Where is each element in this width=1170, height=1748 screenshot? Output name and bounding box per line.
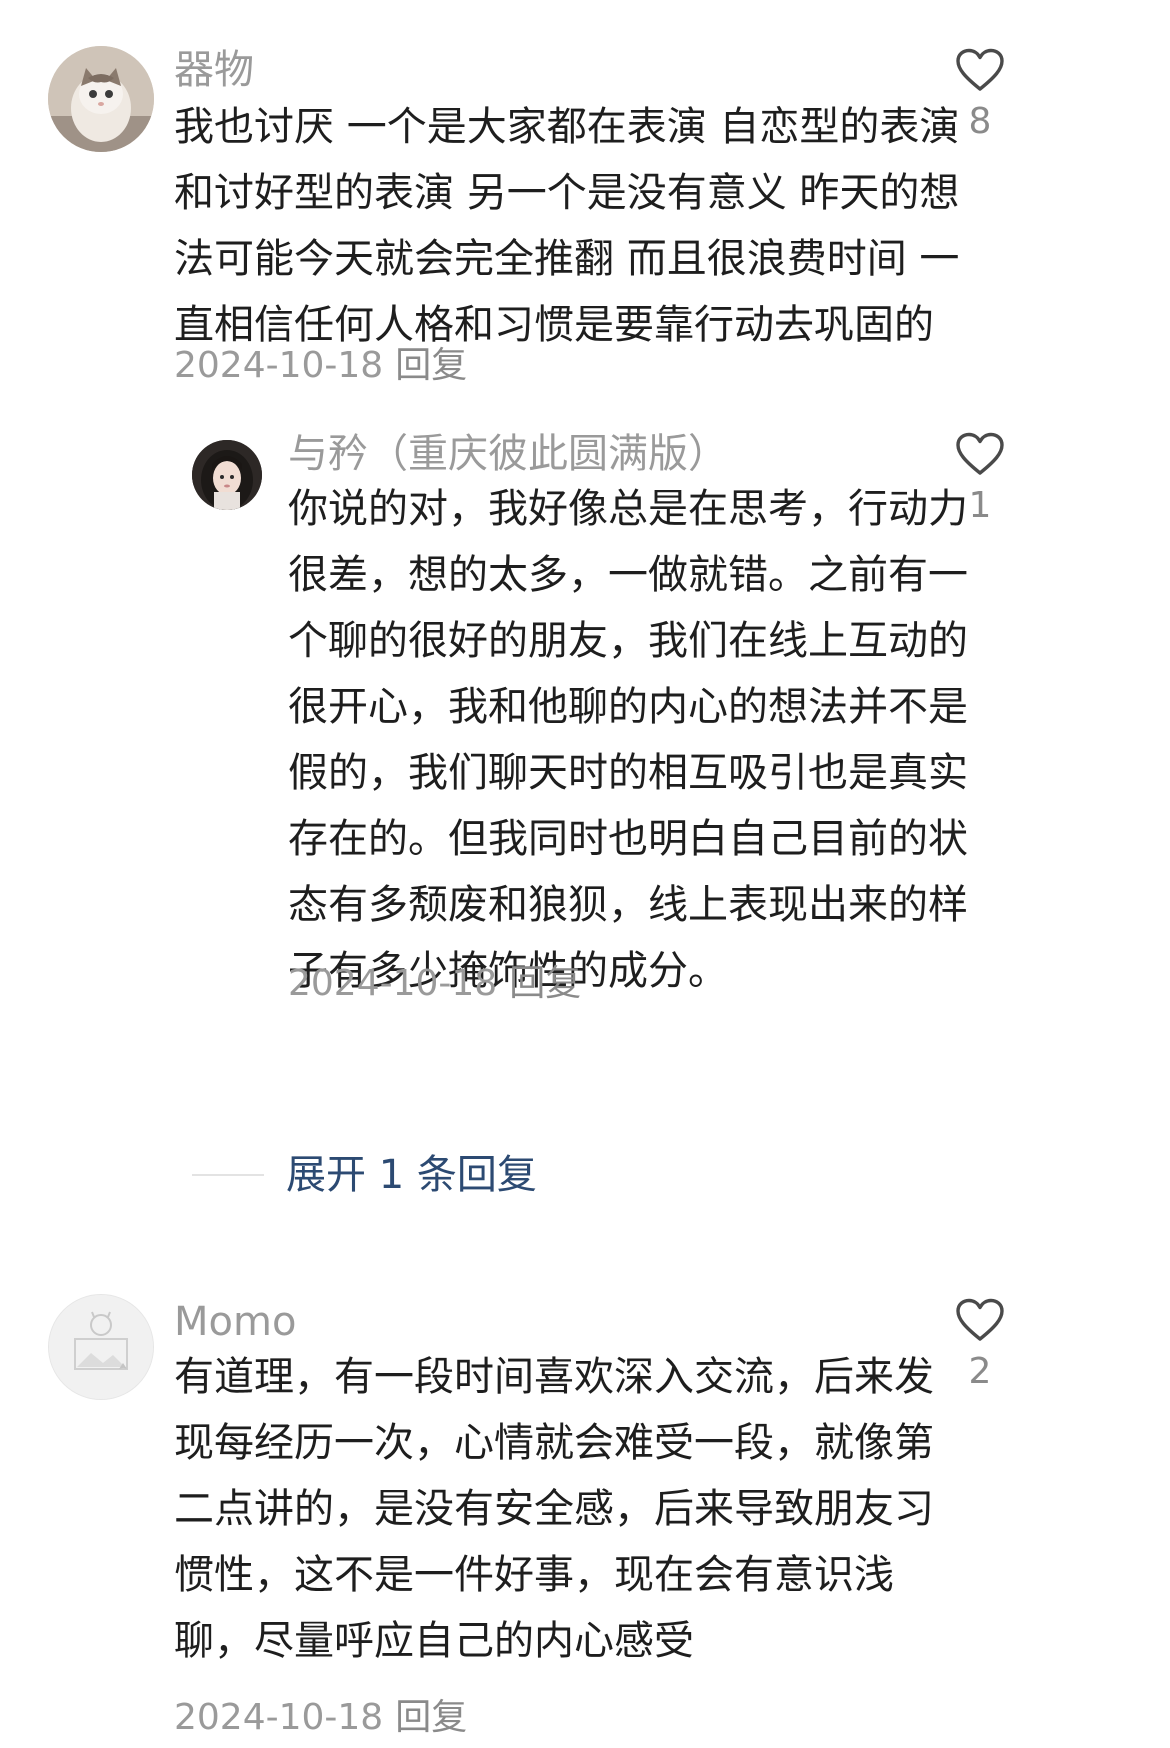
comment-text-line: 个聊的很好的朋友，我们在线上互动的 [288, 618, 968, 664]
comment-text-line: 和讨好型的表演 另一个是没有意义 昨天的想 [174, 170, 960, 216]
comment-meta: 2024-10-18 回复 [174, 1700, 467, 1736]
comment-text: 我也讨厌 一个是大家都在表演 自恋型的表演 和讨好型的表演 另一个是没有意义 昨… [174, 94, 959, 358]
expand-replies-button[interactable]: 展开 1 条回复 [192, 1155, 537, 1195]
comment-text: 你说的对，我好像总是在思考，行动力 很差，想的太多，一做就错。之前有一 个聊的很… [288, 476, 968, 1004]
comment-text: 有道理，有一段时间喜欢深入交流，后来发 现每经历一次，心情就会难受一段，就像第 … [174, 1344, 934, 1674]
like-button[interactable]: 8 [940, 48, 1020, 140]
reply-button[interactable]: 回复 [395, 345, 467, 386]
comment-text-line: 惯性，这不是一件好事，现在会有意识浅 [174, 1552, 894, 1598]
comment-text-line: 聊，尽量呼应自己的内心感受 [174, 1618, 694, 1664]
heart-outline-icon [956, 1298, 1004, 1341]
heart-outline-icon [956, 48, 1004, 91]
expand-replies-label[interactable]: 展开 1 条回复 [286, 1155, 537, 1195]
comment-text-line: 二点讲的，是没有安全感，后来导致朋友习 [174, 1486, 934, 1532]
like-count: 1 [968, 485, 992, 526]
comment-username[interactable]: Momo [174, 1302, 296, 1342]
comment-text-line: 很差，想的太多，一做就错。之前有一 [288, 552, 968, 598]
comment-text-line: 法可能今天就会完全推翻 而且很浪费时间 一 [174, 236, 960, 282]
comment-text-line: 你说的对，我好像总是在思考，行动力 [288, 486, 968, 532]
comment-date: 2024-10-18 [174, 1697, 384, 1738]
comment-text-line: 现每经历一次，心情就会难受一段，就像第 [174, 1420, 934, 1466]
comment-username[interactable]: 与矜（重庆彼此圆满版） [288, 434, 728, 474]
comment-text-line: 假的，我们聊天时的相互吸引也是真实 [288, 750, 968, 796]
avatar[interactable] [48, 1294, 154, 1400]
heart-outline-icon [956, 432, 1004, 475]
comment-date: 2024-10-18 [288, 963, 498, 1004]
comment-item: Momo 有道理，有一段时间喜欢深入交流，后来发 现每经历一次，心情就会难受一段… [0, 1280, 1170, 1748]
reply-button[interactable]: 回复 [395, 1697, 467, 1738]
comment-meta: 2024-10-18 回复 [174, 348, 467, 384]
comment-text-line: 态有多颓废和狼狈，线上表现出来的样 [288, 882, 968, 928]
cat-avatar-icon [48, 46, 154, 152]
like-button[interactable]: 2 [940, 1298, 1020, 1390]
comment-username[interactable]: 器物 [174, 50, 254, 90]
like-count: 2 [968, 1351, 992, 1392]
avatar[interactable] [192, 440, 262, 510]
like-button[interactable]: 1 [940, 432, 1020, 524]
comment-date: 2024-10-18 [174, 345, 384, 386]
like-count: 8 [968, 101, 992, 142]
comment-text-line: 我也讨厌 一个是大家都在表演 自恋型的表演 [174, 104, 960, 150]
comment-text-line: 很开心，我和他聊的内心的想法并不是 [288, 684, 968, 730]
expand-divider [192, 1174, 264, 1176]
placeholder-avatar-icon [49, 1295, 153, 1399]
comment-meta: 2024-10-18 回复 [288, 966, 581, 1002]
comment-text-line: 存在的。但我同时也明白自己目前的状 [288, 816, 968, 862]
reply-button[interactable]: 回复 [509, 963, 581, 1004]
girl-avatar-icon [192, 440, 262, 510]
comment-text-line: 有道理，有一段时间喜欢深入交流，后来发 [174, 1354, 934, 1400]
avatar[interactable] [48, 46, 154, 152]
reply-item: 与矜（重庆彼此圆满版） 你说的对，我好像总是在思考，行动力 很差，想的太多，一做… [0, 432, 1170, 1040]
comment-item: 器物 我也讨厌 一个是大家都在表演 自恋型的表演 和讨好型的表演 另一个是没有意… [0, 0, 1170, 440]
